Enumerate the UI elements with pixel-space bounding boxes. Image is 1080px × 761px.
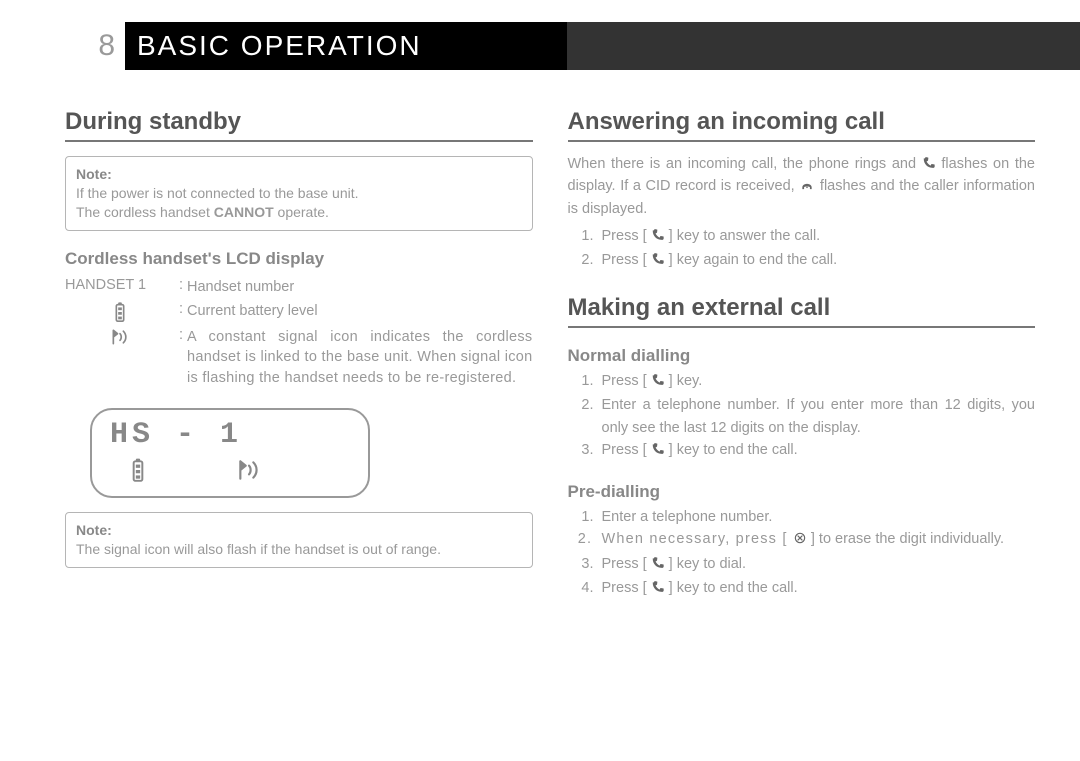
heading-normal-dialling: Normal dialling — [568, 346, 1036, 366]
pre-step: When necessary, press [ ] to erase the d… — [598, 528, 1036, 552]
pre-step: Press [ ] key to end the call. — [598, 577, 1036, 601]
heading-answering: Answering an incoming call — [568, 108, 1036, 142]
answer-paragraph: When there is an incoming call, the phon… — [568, 154, 1036, 219]
heading-during-standby: During standby — [65, 108, 533, 142]
battery-icon — [130, 457, 146, 487]
phone-icon — [651, 251, 665, 273]
signal-icon — [65, 327, 175, 347]
note-box-range: Note: The signal icon will also flash if… — [65, 512, 533, 568]
phone-icon — [922, 156, 936, 176]
normal-step: Press [ ] key to end the call. — [598, 439, 1036, 463]
heading-making-call: Making an external call — [568, 294, 1036, 328]
normal-dialling-steps: Press [ ] key. Enter a telephone number.… — [568, 370, 1036, 464]
lcd-key-handset: HANDSET 1 — [65, 277, 175, 293]
note-label: Note: — [76, 166, 112, 182]
header-dark-extension — [567, 22, 1080, 70]
pre-step: Enter a telephone number. — [598, 506, 1036, 528]
lcd-screen: HS - 1 — [90, 408, 370, 498]
manual-page: 8 BASIC OPERATION During standby Note: I… — [0, 0, 1080, 761]
answer-step: Press [ ] key to answer the call. — [598, 225, 1036, 249]
lcd-legend: HANDSET 1 : Handset number : Current bat… — [65, 277, 533, 388]
lcd-screen-text: HS - 1 — [110, 418, 350, 452]
answer-steps: Press [ ] key to answer the call. Press … — [568, 225, 1036, 274]
normal-step: Enter a telephone number. If you enter m… — [598, 394, 1036, 439]
left-column: During standby Note: If the power is not… — [65, 108, 533, 610]
phone-icon — [651, 579, 665, 601]
phone-icon — [651, 555, 665, 577]
note-text: operate. — [274, 204, 329, 220]
header-bar: 8 BASIC OPERATION — [0, 22, 1080, 70]
erase-icon — [793, 530, 807, 552]
note-bold: CANNOT — [214, 204, 274, 220]
note-label: Note: — [76, 522, 112, 538]
lcd-val-battery: Current battery level — [187, 301, 533, 321]
chapter-title: BASIC OPERATION — [125, 22, 567, 70]
phone-icon — [651, 372, 665, 394]
battery-icon — [65, 301, 175, 323]
lcd-val-handset: Handset number — [187, 277, 533, 297]
answer-step: Press [ ] key again to end the call. — [598, 249, 1036, 273]
phone-icon — [651, 441, 665, 463]
phone-icon — [651, 227, 665, 249]
right-column: Answering an incoming call When there is… — [568, 108, 1036, 610]
pre-dialling-steps: Enter a telephone number. When necessary… — [568, 506, 1036, 602]
note-text: The signal icon will also flash if the h… — [76, 541, 441, 557]
note-text: The cordless handset — [76, 204, 214, 220]
cid-icon — [799, 178, 815, 198]
page-number: 8 — [0, 22, 125, 70]
note-text: If the power is not connected to the bas… — [76, 185, 359, 201]
heading-lcd-display: Cordless handset's LCD display — [65, 249, 533, 269]
heading-pre-dialling: Pre-dialling — [568, 482, 1036, 502]
lcd-val-signal: A constant signal icon indicates the cor… — [187, 327, 533, 388]
note-box-power: Note: If the power is not connected to t… — [65, 156, 533, 231]
signal-icon — [236, 457, 262, 487]
normal-step: Press [ ] key. — [598, 370, 1036, 394]
pre-step: Press [ ] key to dial. — [598, 553, 1036, 577]
